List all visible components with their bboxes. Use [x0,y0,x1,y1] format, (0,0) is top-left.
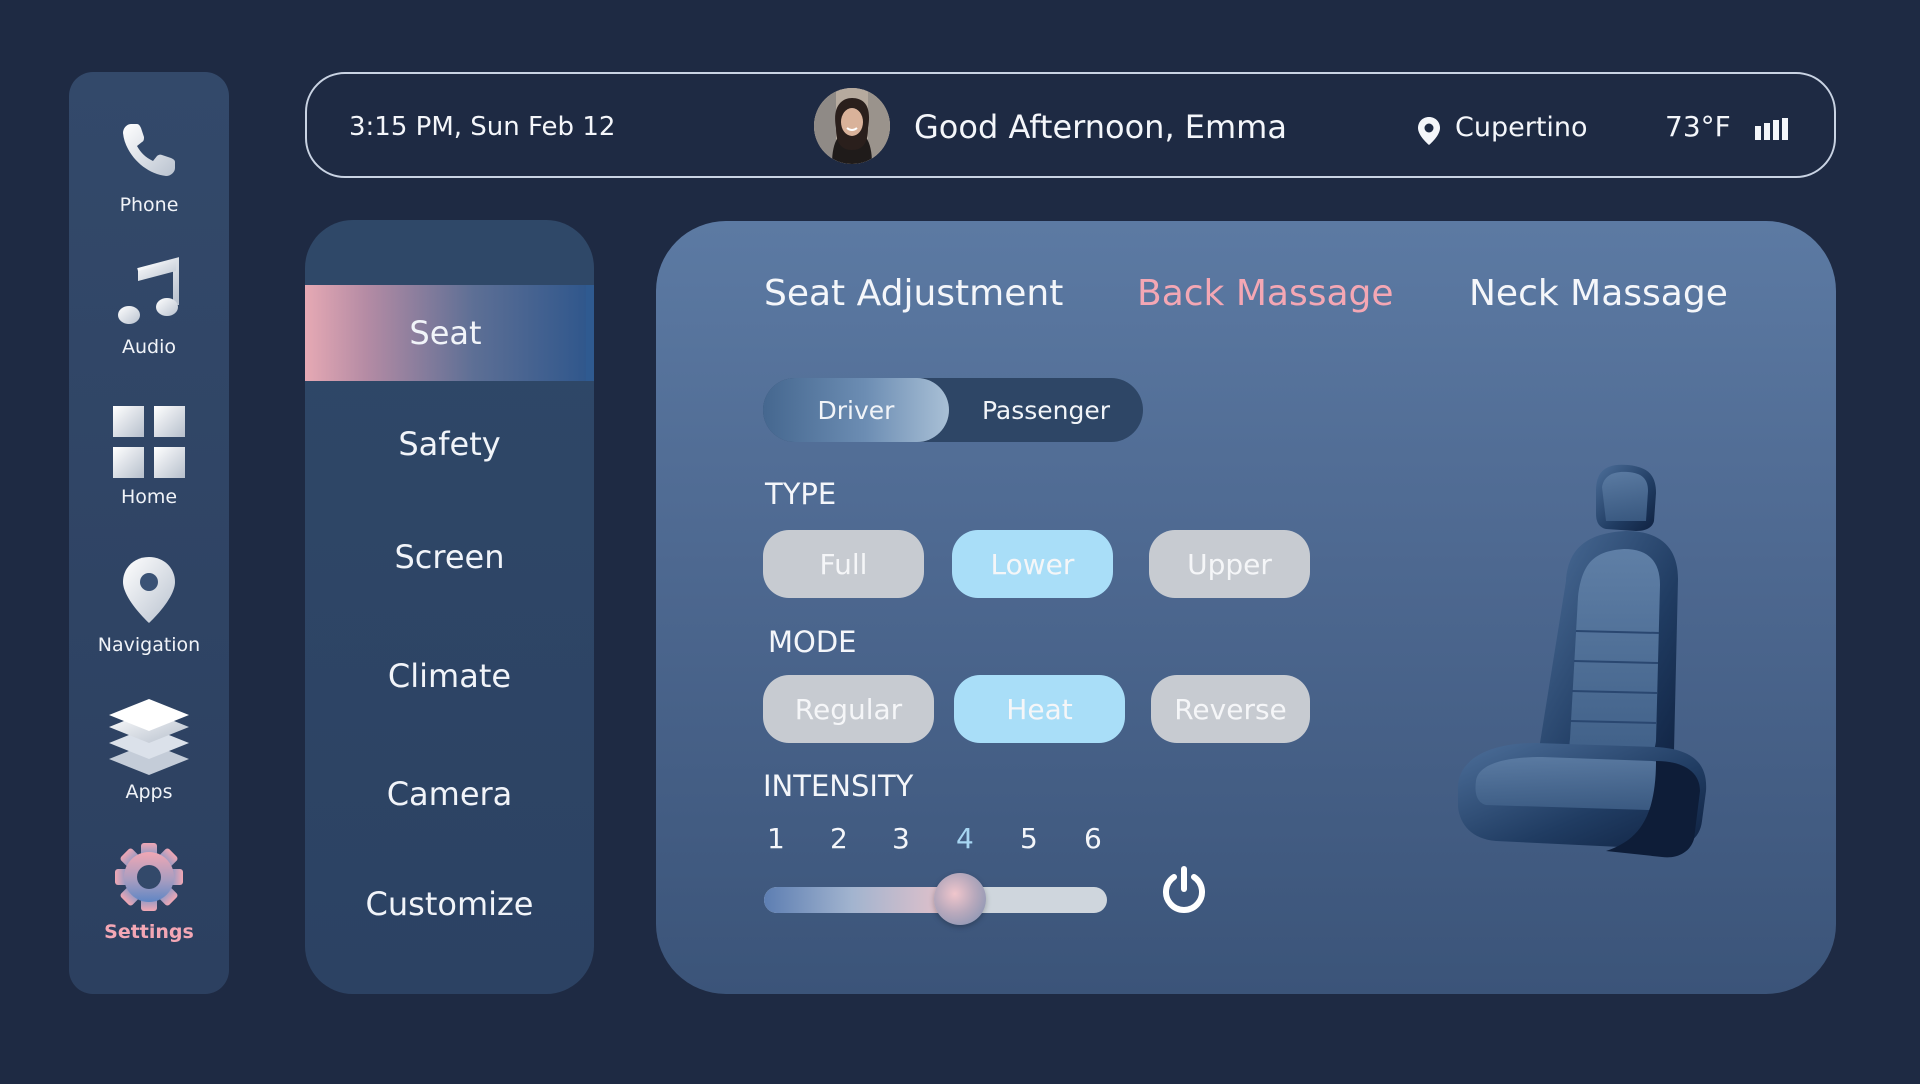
date-time: 3:15 PM, Sun Feb 12 [349,112,616,142]
type-lower-button[interactable]: Lower [952,530,1113,598]
tab-back-massage[interactable]: Back Massage [1137,273,1394,314]
sidebar-label-phone: Phone [119,194,179,216]
intensity-level-2[interactable]: 2 [830,822,848,855]
type-upper-button[interactable]: Upper [1149,530,1310,598]
intensity-slider-fill [764,887,960,913]
status-header: 3:15 PM, Sun Feb 12 Good Afternoon, Emma… [305,72,1836,178]
sidebar-item-apps[interactable]: Apps [69,697,229,803]
settings-category-menu: Seat Safety Screen Climate Camera Custom… [305,220,594,994]
grid-icon [111,402,187,482]
temperature: 73°F [1665,110,1731,143]
sidebar-item-audio[interactable]: Audio [69,252,229,358]
mode-label: MODE [768,625,857,659]
app-sidebar: Phone Audio Home Navigation Apps Setting… [69,72,229,994]
car-seat-image [1456,461,1716,865]
avatar[interactable] [814,88,890,164]
sidebar-item-settings[interactable]: Settings [69,837,229,943]
sidebar-item-home[interactable]: Home [69,402,229,508]
sidebar-item-navigation[interactable]: Navigation [69,550,229,656]
signal-bars-icon [1755,118,1791,144]
sidebar-label-settings: Settings [104,921,194,943]
layers-icon [107,697,191,777]
gear-icon [113,837,185,917]
menu-item-safety[interactable]: Safety [305,396,594,492]
intensity-label: INTENSITY [763,769,914,803]
sidebar-item-phone[interactable]: Phone [69,110,229,216]
menu-item-screen[interactable]: Screen [305,509,594,605]
map-pin-icon [121,550,177,630]
mode-regular-button[interactable]: Regular [763,675,934,743]
tab-neck-massage[interactable]: Neck Massage [1469,273,1728,314]
seat-toggle: Driver Passenger [763,378,1143,442]
intensity-level-6[interactable]: 6 [1084,822,1102,855]
menu-item-customize[interactable]: Customize [305,856,594,952]
location-label: Cupertino [1455,112,1588,143]
intensity-level-1[interactable]: 1 [767,822,785,855]
music-note-icon [116,252,182,332]
power-icon[interactable] [1156,863,1212,923]
mode-reverse-button[interactable]: Reverse [1151,675,1310,743]
intensity-slider-thumb[interactable] [933,873,986,925]
sidebar-label-navigation: Navigation [97,634,201,656]
intensity-level-3[interactable]: 3 [892,822,910,855]
location-pin-icon [1417,116,1441,150]
sidebar-label-home: Home [120,486,178,508]
phone-icon [117,110,181,190]
menu-item-climate[interactable]: Climate [305,628,594,724]
sidebar-label-apps: Apps [125,781,173,803]
mode-heat-button[interactable]: Heat [954,675,1125,743]
type-full-button[interactable]: Full [763,530,924,598]
greeting: Good Afternoon, Emma [914,108,1287,146]
passenger-toggle-button[interactable]: Passenger [949,378,1143,442]
tab-seat-adjustment[interactable]: Seat Adjustment [764,273,1063,314]
menu-item-seat[interactable]: Seat [305,285,594,381]
sidebar-label-audio: Audio [121,336,176,358]
type-label: TYPE [765,477,837,511]
menu-item-camera[interactable]: Camera [305,746,594,842]
intensity-level-4[interactable]: 4 [956,822,974,855]
seat-massage-panel: Seat Adjustment Back Massage Neck Massag… [656,221,1836,994]
driver-toggle-button[interactable]: Driver [763,378,949,442]
intensity-level-5[interactable]: 5 [1020,822,1038,855]
